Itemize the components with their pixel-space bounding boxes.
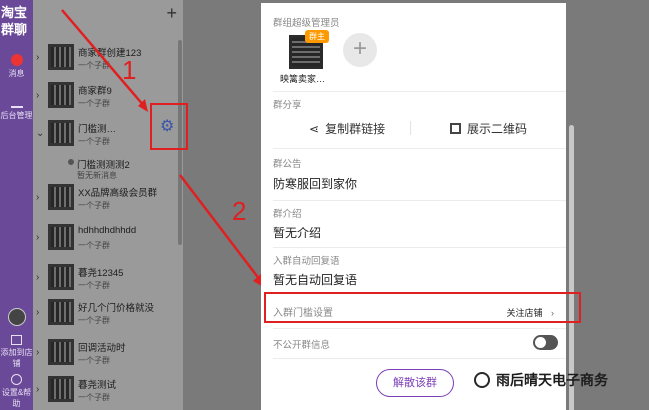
share-label: 群分享 bbox=[273, 100, 302, 111]
auto-reply-label: 入群自动回复语 bbox=[273, 256, 340, 267]
auto-reply-value[interactable]: 暂无自动回复语 bbox=[273, 271, 357, 288]
group-settings-panel: 群组超级管理员 群主 映篱卖家… + 群分享 ⋖ 复制群链接 展示二维码 群公告… bbox=[261, 3, 574, 410]
intro-value[interactable]: 暂无介绍 bbox=[273, 224, 321, 241]
share-icon: ⋖ bbox=[309, 121, 320, 136]
divider bbox=[273, 91, 566, 92]
dismiss-group-button[interactable]: 解散该群 bbox=[376, 369, 454, 397]
arrow-two bbox=[179, 174, 261, 281]
divider bbox=[273, 200, 566, 201]
intro-label: 群介绍 bbox=[273, 209, 302, 220]
share-separator bbox=[410, 121, 411, 135]
show-qr-button[interactable]: 展示二维码 bbox=[450, 120, 527, 137]
divider bbox=[273, 148, 566, 149]
private-info-label: 不公开群信息 bbox=[273, 340, 331, 351]
copy-link-button[interactable]: ⋖ 复制群链接 bbox=[309, 120, 385, 137]
private-info-toggle[interactable] bbox=[533, 335, 558, 350]
watermark: 雨后晴天电子商务 bbox=[474, 370, 608, 390]
qr-code-icon bbox=[450, 123, 461, 134]
notice-value[interactable]: 防寒服回到家你 bbox=[273, 175, 357, 192]
admin-name: 映篱卖家… bbox=[280, 74, 326, 84]
add-admin-button[interactable]: + bbox=[343, 33, 377, 67]
wechat-icon bbox=[474, 372, 490, 388]
notice-label: 群公告 bbox=[273, 159, 302, 170]
annotation-number-2: 2 bbox=[232, 196, 247, 226]
owner-badge: 群主 bbox=[305, 30, 329, 43]
super-admin-label: 群组超级管理员 bbox=[273, 18, 340, 29]
divider bbox=[273, 247, 566, 248]
panel-scrollbar[interactable] bbox=[569, 125, 574, 410]
divider bbox=[273, 328, 566, 329]
divider bbox=[273, 358, 566, 359]
entry-threshold-highlight-box bbox=[264, 292, 581, 323]
annotation-number-1: 1 bbox=[122, 55, 137, 85]
